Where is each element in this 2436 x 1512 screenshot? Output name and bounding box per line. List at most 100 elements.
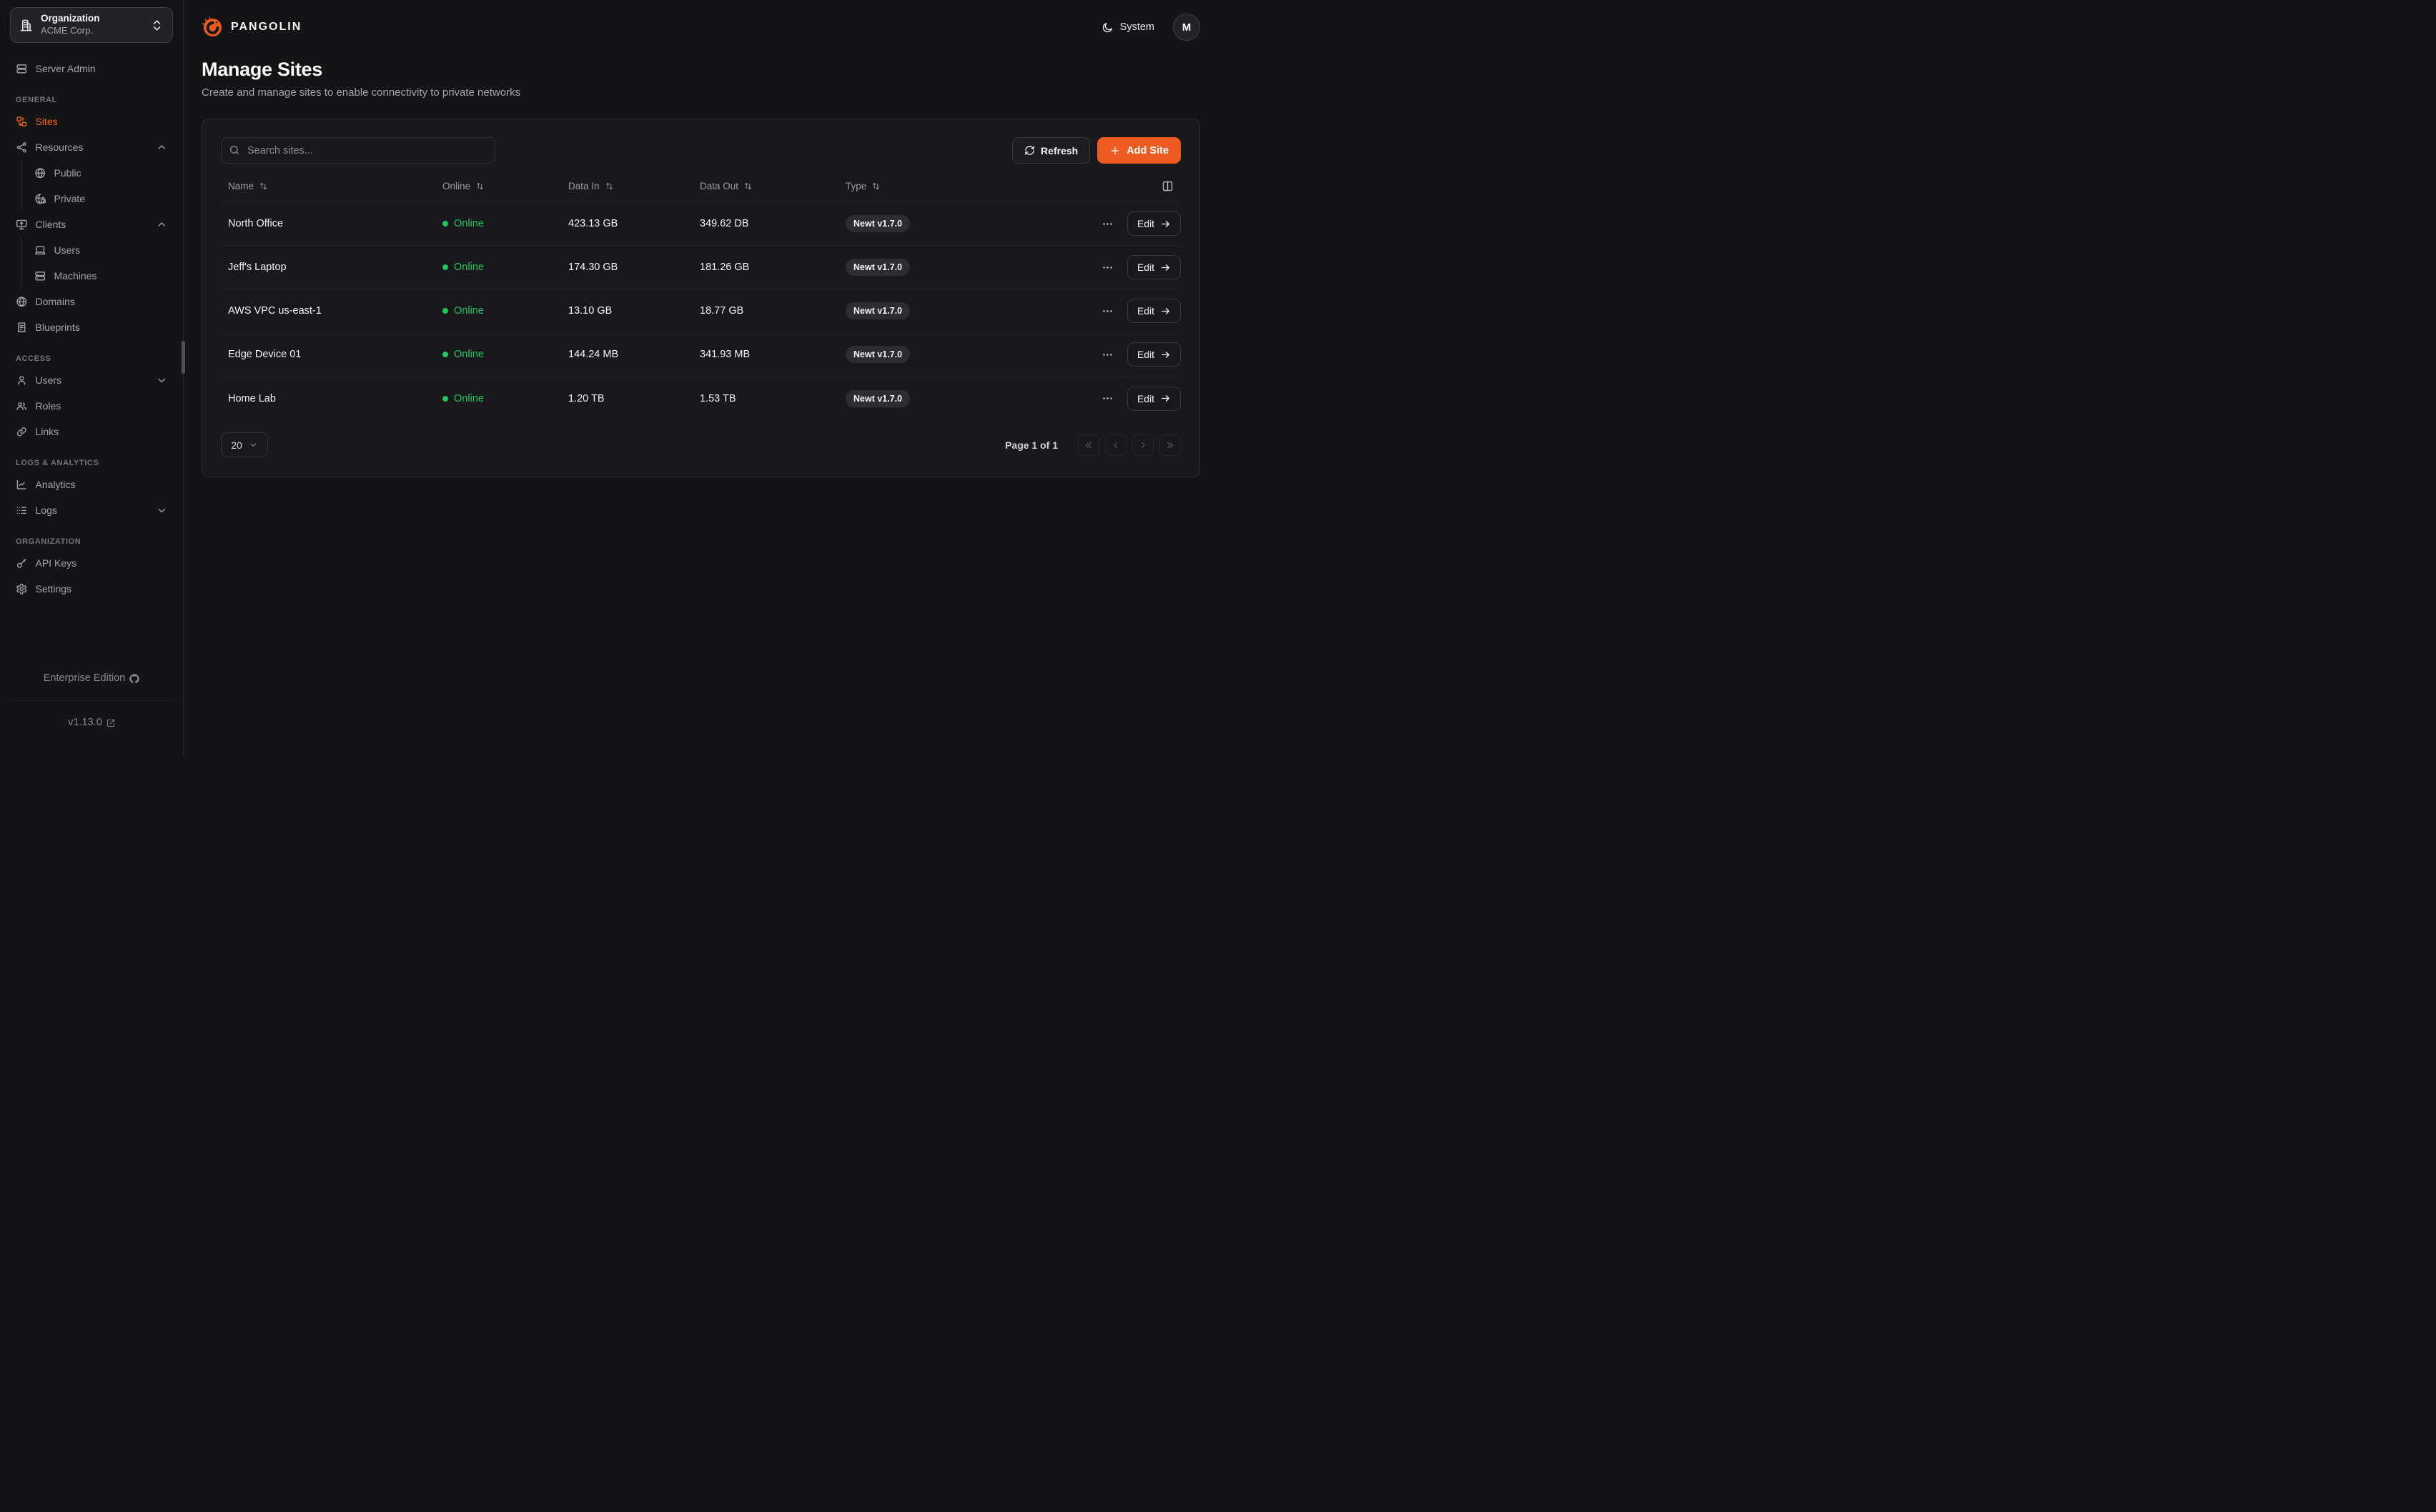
sidebar-item-domains[interactable]: Domains (10, 289, 173, 314)
sidebar-item-blueprints[interactable]: Blueprints (10, 314, 173, 340)
sidebar-item-resources[interactable]: Resources (10, 134, 173, 160)
site-name: North Office (221, 218, 435, 229)
sidebar-item-public[interactable]: Public (29, 160, 173, 186)
first-page-button[interactable] (1078, 434, 1099, 456)
sidebar-item-clients[interactable]: Clients (10, 212, 173, 237)
sidebar-item-users[interactable]: Users (10, 367, 173, 393)
page-head: Manage Sites Create and manage sites to … (202, 59, 1200, 99)
logs-icon (16, 504, 28, 517)
edition-row[interactable]: Enterprise Edition (10, 657, 173, 701)
chevron-right-icon (1138, 440, 1148, 450)
sidebar-item-sites[interactable]: Sites (10, 109, 173, 134)
column-label: Data Out (700, 181, 738, 192)
brand-name: PANGOLIN (231, 21, 302, 34)
sidebar-item-roles[interactable]: Roles (10, 393, 173, 419)
columns-toggle-icon[interactable] (1162, 180, 1174, 192)
add-site-button[interactable]: Add Site (1097, 137, 1181, 164)
chart-line-icon (16, 479, 28, 491)
refresh-button[interactable]: Refresh (1012, 137, 1090, 164)
site-data-in: 13.10 GB (561, 305, 693, 317)
table-row: Home Lab Online 1.20 TB 1.53 TB Newt v1.… (221, 377, 1181, 420)
next-page-button[interactable] (1132, 434, 1154, 456)
edit-button[interactable]: Edit (1127, 387, 1181, 411)
brand[interactable]: PANGOLIN (202, 16, 302, 39)
site-status: Online (435, 305, 561, 317)
row-actions: Edit (1029, 299, 1181, 323)
row-menu-button[interactable] (1099, 390, 1116, 407)
sidebar-item-machines[interactable]: Machines (29, 263, 173, 289)
row-menu-button[interactable] (1099, 302, 1116, 319)
refresh-icon (1024, 145, 1035, 156)
sort-icon[interactable] (259, 181, 268, 191)
edit-button[interactable]: Edit (1127, 299, 1181, 323)
refresh-label: Refresh (1041, 145, 1078, 156)
sort-icon[interactable] (743, 181, 753, 191)
prev-page-button[interactable] (1105, 434, 1127, 456)
last-page-button[interactable] (1159, 434, 1181, 456)
org-switcher-label: Organization (41, 13, 142, 25)
sort-icon[interactable] (871, 181, 881, 191)
pagination-bar: 20 Page 1 of 1 (221, 432, 1181, 457)
site-data-in: 144.24 MB (561, 349, 693, 360)
sidebar-item-client-users[interactable]: Users (29, 237, 173, 263)
sort-icon[interactable] (605, 181, 614, 191)
type-badge: Newt v1.7.0 (846, 390, 910, 407)
table-row: Edge Device 01 Online 144.24 MB 341.93 M… (221, 333, 1181, 377)
sort-icon[interactable] (475, 181, 485, 191)
receipt-icon (16, 322, 28, 334)
plus-icon (1109, 145, 1121, 156)
sidebar-item-private[interactable]: Private (29, 186, 173, 212)
theme-toggle-label: System (1120, 21, 1154, 33)
chevron-down-icon (156, 374, 168, 387)
sidebar-item-api-keys[interactable]: API Keys (10, 550, 173, 576)
edit-button[interactable]: Edit (1127, 212, 1181, 236)
laptop-icon (34, 244, 46, 257)
edit-label: Edit (1137, 218, 1154, 229)
row-actions: Edit (1029, 342, 1181, 367)
theme-toggle[interactable]: System (1101, 21, 1154, 34)
sidebar-item-server-admin[interactable]: Server Admin (10, 56, 173, 81)
user-avatar[interactable]: M (1173, 14, 1200, 41)
sidebar-item-logs[interactable]: Logs (10, 497, 173, 523)
sidebar-item-settings[interactable]: Settings (10, 576, 173, 602)
sidebar-item-label: Analytics (36, 479, 76, 490)
search-input[interactable] (221, 137, 495, 164)
edit-button[interactable]: Edit (1127, 342, 1181, 367)
chevrons-up-down-icon (150, 19, 164, 32)
clients-subnav: Users Machines (21, 237, 173, 289)
table-header-row: Name Online Data In Data Out Type (221, 171, 1181, 202)
column-label: Name (228, 181, 254, 192)
version-row[interactable]: v1.13.0 (10, 701, 173, 745)
ellipsis-icon (1101, 218, 1114, 230)
sidebar-item-label: Users (54, 244, 81, 256)
chevrons-right-icon (1165, 440, 1175, 450)
online-dot (442, 264, 448, 270)
status-label: Online (454, 218, 484, 229)
main-content: PANGOLIN System M Manage Sites Create an… (184, 0, 1218, 756)
avatar-initial: M (1182, 21, 1192, 34)
edit-label: Edit (1137, 305, 1154, 317)
resources-subnav: Public Private (21, 160, 173, 212)
user-icon (16, 374, 28, 387)
sidebar-scrollbar-thumb[interactable] (182, 341, 185, 374)
server-icon (16, 63, 28, 75)
site-status: Online (435, 349, 561, 360)
org-switcher[interactable]: Organization ACME Corp. (10, 7, 173, 43)
sidebar-item-label: Settings (36, 583, 72, 595)
topbar-right: System M (1101, 14, 1200, 41)
online-dot (442, 396, 448, 402)
edit-button[interactable]: Edit (1127, 255, 1181, 279)
page-size-select[interactable]: 20 (221, 432, 268, 457)
row-menu-button[interactable] (1099, 215, 1116, 232)
page-size-value: 20 (231, 439, 242, 451)
sidebar-item-label: Clients (36, 219, 66, 230)
site-data-out: 181.26 GB (693, 262, 838, 273)
sidebar-item-label: Users (36, 374, 62, 386)
row-menu-button[interactable] (1099, 346, 1116, 363)
row-menu-button[interactable] (1099, 259, 1116, 276)
sidebar-item-links[interactable]: Links (10, 419, 173, 444)
sidebar-item-label: Public (54, 167, 81, 179)
sidebar-footer: Enterprise Edition v1.13.0 (10, 657, 173, 745)
site-status: Online (435, 218, 561, 229)
sidebar-item-analytics[interactable]: Analytics (10, 472, 173, 497)
